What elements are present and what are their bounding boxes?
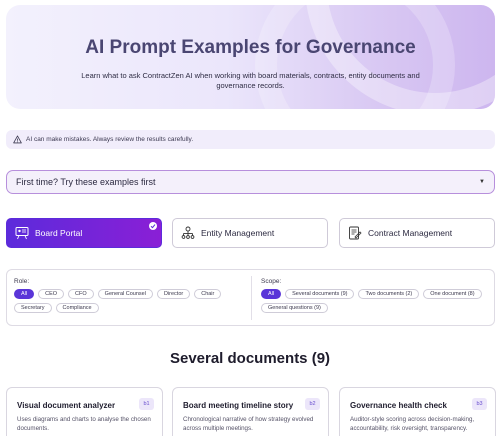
card-title: Board meeting timeline story [183,401,294,410]
card-title: Governance health check [350,401,447,410]
card-description: Uses diagrams and charts to analyse the … [17,416,151,432]
category-label: Entity Management [201,228,275,238]
scope-chip-general-questions[interactable]: General questions (9) [261,303,328,313]
warning-triangle-icon [13,135,22,144]
role-chip-chair[interactable]: Chair [194,289,222,299]
card-badge: b2 [305,398,320,410]
role-chips: All CEO CFO General Counsel Director Cha… [14,289,246,313]
caret-down-icon: ▼ [479,179,485,185]
role-chip-cfo[interactable]: CFO [68,289,94,299]
category-contract-management[interactable]: Contract Management [339,218,495,248]
role-filter-group: Role: All CEO CFO General Counsel Direct… [14,278,246,313]
page-subtitle: Learn what to ask ContractZen AI when wo… [81,71,420,90]
scope-chip-all[interactable]: All [261,289,282,299]
role-filter-label: Role: [14,278,30,285]
card-badge: b3 [472,398,487,410]
contract-sign-icon [348,226,362,240]
example-card[interactable]: Governance health check b3 Auditor-style… [339,387,496,436]
role-chip-all[interactable]: All [14,289,35,299]
filters-panel: Role: All CEO CFO General Counsel Direct… [6,269,495,326]
category-label: Contract Management [368,228,453,238]
checkmark-icon [149,222,157,230]
scope-chips: All Several documents (9) Two documents … [261,289,489,313]
scope-chip-two-documents[interactable]: Two documents (2) [358,289,420,299]
scope-filter-label: Scope: [261,278,282,285]
ai-warning-banner: AI can make mistakes. Always review the … [6,130,495,149]
card-description: Auditor-style scoring across decision-ma… [350,416,475,432]
example-card[interactable]: Visual document analyzer b1 Uses diagram… [6,387,163,436]
scope-filter-group: Scope: All Several documents (9) Two doc… [261,278,489,313]
role-chip-ceo[interactable]: CEO [38,289,65,299]
page-title: AI Prompt Examples for Governance [85,37,416,58]
role-chip-director[interactable]: Director [156,289,191,299]
category-entity-management[interactable]: Entity Management [172,218,328,248]
warning-text: AI can make mistakes. Always review the … [26,136,194,143]
org-chart-icon [181,226,195,240]
scope-chip-one-document[interactable]: One document (8) [423,289,482,299]
section-heading: Several documents (9) [169,350,331,367]
hero-banner: AI Prompt Examples for Governance Learn … [6,5,495,109]
card-description: Chronological narrative of how strategy … [183,416,314,432]
category-board-portal[interactable]: Board Portal [6,218,162,248]
category-label: Board Portal [35,228,83,238]
example-card[interactable]: Board meeting timeline story b2 Chronolo… [172,387,329,436]
first-time-dropdown[interactable]: First time? Try these examples first ▼ [6,170,495,194]
filters-divider [251,276,252,320]
dropdown-label: First time? Try these examples first [16,177,156,187]
scope-chip-several-documents[interactable]: Several documents (9) [285,289,355,299]
role-chip-general-counsel[interactable]: General Counsel [97,289,153,299]
card-title: Visual document analyzer [17,401,116,410]
role-chip-secretary[interactable]: Secretary [14,303,52,313]
role-chip-compliance[interactable]: Compliance [55,303,99,313]
card-badge: b1 [139,398,154,410]
presentation-board-icon [15,226,29,240]
